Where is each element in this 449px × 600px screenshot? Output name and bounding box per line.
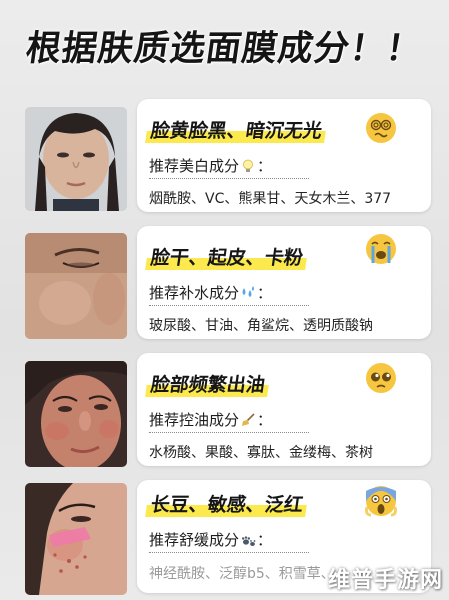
lightbulb-icon <box>240 159 256 173</box>
recommend-text: 推荐控油成分 <box>149 411 240 429</box>
page-headline: 根据肤质选面膜成分！！ <box>23 29 425 69</box>
pleading-face-emoji <box>365 362 397 394</box>
screaming-face-emoji <box>365 485 397 517</box>
recommend-text: 推荐舒缓成分 <box>149 531 240 549</box>
recommend-suffix: ： <box>257 157 273 175</box>
dizzy-face-emoji <box>365 112 397 144</box>
card-title-dry-skin: 脸干、起皮、卡粉 <box>145 243 309 270</box>
paw-prints-icon <box>240 533 256 547</box>
water-droplets-icon <box>240 286 256 300</box>
recommend-text: 推荐补水成分 <box>149 284 240 302</box>
recommend-suffix: ： <box>257 284 273 302</box>
face-photo-dry-skin <box>25 233 127 339</box>
site-watermark: 维普手游网 <box>327 568 443 593</box>
card-title-oily-skin: 脸部频繁出油 <box>145 370 271 397</box>
card-title-sensitive-skin: 长豆、敏感、泛红 <box>145 490 309 517</box>
crying-face-emoji <box>365 233 397 265</box>
face-photo-dull-skin <box>25 107 127 211</box>
broom-icon <box>240 413 256 427</box>
face-photo-sensitive-skin <box>25 483 127 595</box>
recommend-label-oil-control: 推荐控油成分 ： <box>149 409 309 433</box>
recommend-label-soothing: 推荐舒缓成分 ： <box>149 529 309 553</box>
ingredient-list-whitening: 烟酰胺、VC、熊果甘、天女木兰、377 <box>149 191 392 207</box>
ingredient-list-hydrating: 玻尿酸、甘油、角鲨烷、透明质酸钠 <box>149 318 373 334</box>
card-title-dull-skin: 脸黄脸黑、暗沉无光 <box>145 116 328 143</box>
face-photo-oily-skin <box>25 361 127 467</box>
ingredient-list-oil-control: 水杨酸、果酸、寡肽、金缕梅、茶树 <box>149 445 373 461</box>
recommend-suffix: ： <box>257 411 273 429</box>
recommend-suffix: ： <box>257 531 273 549</box>
recommend-label-hydrating: 推荐补水成分 ： <box>149 282 309 306</box>
recommend-label-whitening: 推荐美白成分 ： <box>149 155 309 179</box>
recommend-text: 推荐美白成分 <box>149 157 240 175</box>
ingredient-list-soothing: 神经酰胺、泛醇b5、积雪草、 <box>149 566 335 582</box>
